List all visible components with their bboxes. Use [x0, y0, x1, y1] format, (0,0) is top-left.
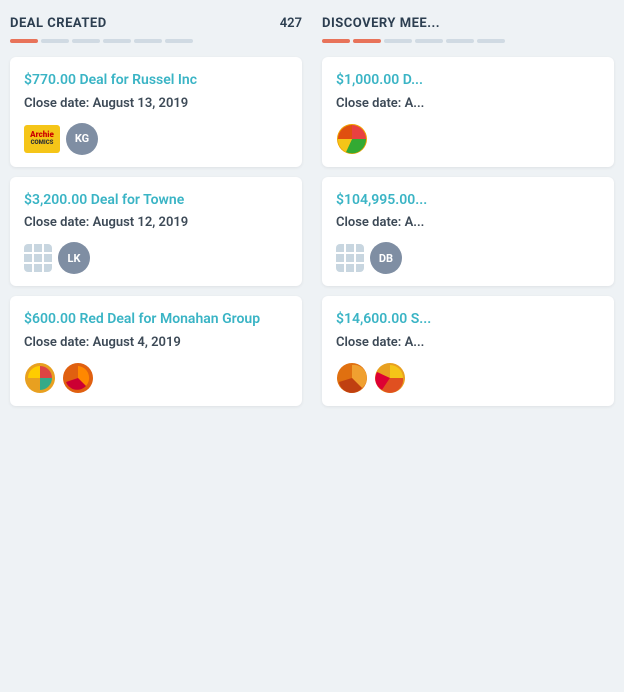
- deal-card: $14,600.00 S... Close date: A...: [322, 296, 614, 406]
- bar-segment-active: [322, 39, 350, 43]
- bar-segment-active: [353, 39, 381, 43]
- grid-cell: [24, 264, 32, 272]
- grid-cell: [44, 254, 52, 262]
- bar-segment-inactive: [41, 39, 69, 43]
- deal-avatars: DB: [336, 242, 600, 274]
- grid-cell: [34, 254, 42, 262]
- bar-segment-inactive: [165, 39, 193, 43]
- company-logo-pie-2: [62, 362, 94, 394]
- deal-date: Close date: August 4, 2019: [24, 335, 288, 350]
- company-logo-pie: [24, 362, 56, 394]
- bar-segment-inactive: [477, 39, 505, 43]
- bar-segment-active: [10, 39, 38, 43]
- deal-date-value: August 13, 2019: [93, 96, 189, 111]
- avatar-db: DB: [370, 242, 402, 274]
- column-title: DISCOVERY MEE...: [322, 16, 440, 31]
- deal-date-value: August 12, 2019: [93, 215, 189, 230]
- deal-date: Close date: A...: [336, 335, 600, 350]
- company-logo-archie: Archie COMICS: [24, 125, 60, 153]
- company-logo-pie: [336, 362, 368, 394]
- column-header: DISCOVERY MEE...: [322, 16, 614, 31]
- grid-cell: [346, 244, 354, 252]
- column-progress-bar: [322, 39, 614, 43]
- deal-avatars: [336, 123, 600, 155]
- grid-cell: [34, 264, 42, 272]
- deal-date-label: Close date:: [24, 96, 89, 111]
- deal-date-label: Close date:: [24, 335, 89, 350]
- deal-title[interactable]: $600.00 Red Deal for Monahan Group: [24, 310, 288, 330]
- grid-cell: [24, 254, 32, 262]
- deal-date: Close date: August 12, 2019: [24, 215, 288, 230]
- deal-avatars: Archie COMICS KG: [24, 123, 288, 155]
- deal-date-value: August 4, 2019: [93, 335, 181, 350]
- deal-date-value: A...: [405, 96, 425, 111]
- column-count: 427: [280, 16, 302, 31]
- deal-date: Close date: August 13, 2019: [24, 96, 288, 111]
- deal-avatars: [336, 362, 600, 394]
- deal-date: Close date: A...: [336, 215, 600, 230]
- bar-segment-inactive: [134, 39, 162, 43]
- deal-date-label: Close date:: [336, 335, 401, 350]
- avatar-lk: LK: [58, 242, 90, 274]
- grid-cell: [356, 264, 364, 272]
- grid-cell: [336, 254, 344, 262]
- grid-cell: [34, 244, 42, 252]
- deal-card: $104,995.00... Close date: A... DB: [322, 177, 614, 287]
- deal-card: $600.00 Red Deal for Monahan Group Close…: [10, 296, 302, 406]
- deal-date-value: A...: [405, 335, 425, 350]
- bar-segment-inactive: [446, 39, 474, 43]
- kanban-board: DEAL CREATED 427 $770.00 Deal for Russel…: [0, 0, 624, 432]
- deal-date-label: Close date:: [336, 215, 401, 230]
- column-deal-created: DEAL CREATED 427 $770.00 Deal for Russel…: [0, 0, 312, 432]
- grid-cell: [24, 244, 32, 252]
- company-logo-pie: [336, 123, 368, 155]
- deal-date-value: A...: [405, 215, 425, 230]
- deal-title[interactable]: $14,600.00 S...: [336, 310, 600, 330]
- column-progress-bar: [10, 39, 302, 43]
- company-logo-grid: [24, 244, 52, 272]
- bar-segment-inactive: [415, 39, 443, 43]
- deal-date-label: Close date:: [336, 96, 401, 111]
- deal-card: $3,200.00 Deal for Towne Close date: Aug…: [10, 177, 302, 287]
- column-title: DEAL CREATED: [10, 16, 107, 31]
- company-logo-grid: [336, 244, 364, 272]
- company-logo-pie-2: [374, 362, 406, 394]
- grid-cell: [346, 264, 354, 272]
- deal-card: $1,000.00 D... Close date: A...: [322, 57, 614, 167]
- bar-segment-inactive: [384, 39, 412, 43]
- avatar-kg: KG: [66, 123, 98, 155]
- grid-cell: [356, 244, 364, 252]
- bar-segment-inactive: [103, 39, 131, 43]
- grid-cell: [356, 254, 364, 262]
- grid-cell: [336, 244, 344, 252]
- deal-avatars: LK: [24, 242, 288, 274]
- column-discovery-meeting: DISCOVERY MEE... $1,000.00 D... Close da…: [312, 0, 624, 432]
- deal-card: $770.00 Deal for Russel Inc Close date: …: [10, 57, 302, 167]
- column-header: DEAL CREATED 427: [10, 16, 302, 31]
- deal-date-label: Close date:: [24, 215, 89, 230]
- deal-title[interactable]: $3,200.00 Deal for Towne: [24, 191, 288, 211]
- comics-text: COMICS: [31, 140, 54, 147]
- bar-segment-inactive: [72, 39, 100, 43]
- grid-cell: [336, 264, 344, 272]
- grid-cell: [346, 254, 354, 262]
- grid-cell: [44, 264, 52, 272]
- deal-avatars: [24, 362, 288, 394]
- deal-title[interactable]: $1,000.00 D...: [336, 71, 600, 91]
- deal-title[interactable]: $104,995.00...: [336, 191, 600, 211]
- deal-date: Close date: A...: [336, 96, 600, 111]
- grid-cell: [44, 244, 52, 252]
- deal-title[interactable]: $770.00 Deal for Russel Inc: [24, 71, 288, 91]
